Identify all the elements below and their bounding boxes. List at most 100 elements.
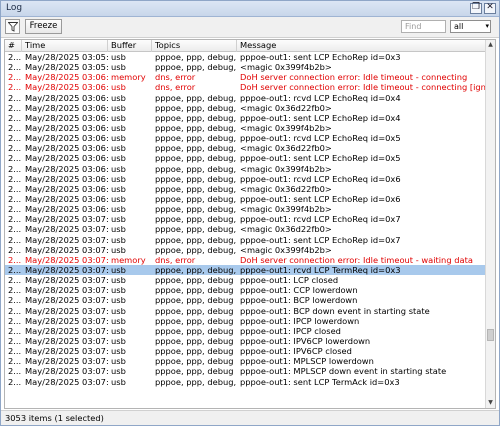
table-row[interactable]: 2...May/28/2025 03:07:12usb pppoe, ppp, d… <box>5 245 486 255</box>
window-title: Log <box>6 3 23 13</box>
row-number: 2... <box>8 153 22 164</box>
row-buffer: usb <box>111 112 126 123</box>
row-buffer: usb <box>111 52 126 62</box>
row-time: May/28/2025 03:06:06 <box>25 72 108 83</box>
row-time: May/28/2025 03:07:12 <box>25 224 108 235</box>
row-buffer: usb <box>111 214 126 225</box>
table-row[interactable]: 2...May/28/2025 03:06:32usb pppoe, ppp, d… <box>5 153 486 163</box>
row-message: pppoe-out1: sent LCP EchoRep id=0x3 <box>240 52 401 62</box>
restore-button[interactable]: ❐ <box>470 2 482 14</box>
log-window: Log ❐ ✕ Freeze Find all ▾ # Time Buffer … <box>0 0 500 426</box>
table-row[interactable]: 2...May/28/2025 03:07:12usb pppoe, ppp, d… <box>5 224 486 234</box>
row-topics: pppoe, ppp, debug, ... <box>155 133 237 144</box>
row-buffer: usb <box>111 325 126 336</box>
row-message: pppoe-out1: IPCP lowerdown <box>240 315 360 326</box>
column-header-time[interactable]: Time <box>22 40 108 52</box>
table-row[interactable]: 2...May/28/2025 03:07:32usb pppoe, ppp, d… <box>5 346 486 356</box>
close-button[interactable]: ✕ <box>484 2 496 14</box>
row-number: 2... <box>8 143 22 154</box>
table-row[interactable]: 2...May/28/2025 03:06:52usb pppoe, ppp, d… <box>5 174 486 184</box>
row-number: 2... <box>8 325 22 336</box>
table-row[interactable]: 2...May/28/2025 03:06:12usb pppoe, ppp, d… <box>5 113 486 123</box>
row-buffer: usb <box>111 82 126 93</box>
row-number: 2... <box>8 305 22 316</box>
column-header-number[interactable]: # <box>5 40 22 52</box>
row-message: pppoe-out1: rcvd LCP TermReq id=0x3 <box>240 264 401 275</box>
table-row[interactable]: 2...May/28/2025 03:07:12usb pppoe, ppp, d… <box>5 214 486 224</box>
row-buffer: usb <box>111 275 126 286</box>
row-message: pppoe-out1: sent LCP EchoRep id=0x6 <box>240 193 401 204</box>
table-row[interactable]: 2...May/28/2025 03:07:32usb pppoe, ppp, d… <box>5 285 486 295</box>
row-time: May/28/2025 03:07:32 <box>25 366 108 377</box>
row-number: 2... <box>8 82 22 93</box>
table-row[interactable]: 2...May/28/2025 03:07:32usb pppoe, ppp, d… <box>5 295 486 305</box>
table-row[interactable]: 2...May/28/2025 03:05:51usb pppoe, ppp, d… <box>5 62 486 72</box>
column-header-buffer[interactable]: Buffer <box>108 40 152 52</box>
row-time: May/28/2025 03:06:32 <box>25 153 108 164</box>
table-row[interactable]: 2...May/28/2025 03:06:12usb pppoe, ppp, d… <box>5 103 486 113</box>
table-row[interactable]: 2...May/28/2025 03:07:22memory dns, error… <box>5 255 486 265</box>
row-message: DoH server connection error: Idle timeou… <box>240 82 486 93</box>
toolbar: Freeze Find all ▾ <box>1 17 499 38</box>
filter-button[interactable] <box>5 19 20 34</box>
row-number: 2... <box>8 285 22 296</box>
vertical-scrollbar[interactable]: ▲ ▼ <box>485 40 495 408</box>
table-row[interactable]: 2...May/28/2025 03:06:52usb pppoe, ppp, d… <box>5 184 486 194</box>
table-row[interactable]: 2...May/28/2025 03:06:52usb pppoe, ppp, d… <box>5 204 486 214</box>
row-time: May/28/2025 03:06:52 <box>25 193 108 204</box>
row-buffer: usb <box>111 122 126 133</box>
scroll-thumb[interactable] <box>487 329 494 341</box>
row-buffer: usb <box>111 193 126 204</box>
table-row[interactable]: 2...May/28/2025 03:06:32usb pppoe, ppp, d… <box>5 143 486 153</box>
table-row[interactable]: 2...May/28/2025 03:07:32usb pppoe, ppp, d… <box>5 366 486 376</box>
row-buffer: usb <box>111 376 126 387</box>
row-message: pppoe-out1: sent LCP EchoRep id=0x4 <box>240 112 401 123</box>
scope-select[interactable]: all ▾ <box>450 20 491 33</box>
row-number: 2... <box>8 52 22 62</box>
table-row[interactable]: 2...May/28/2025 03:06:32usb pppoe, ppp, d… <box>5 133 486 143</box>
table-row[interactable]: 2...May/28/2025 03:07:32usb pppoe, ppp, d… <box>5 306 486 316</box>
column-header-topics[interactable]: Topics <box>152 40 237 52</box>
row-buffer: usb <box>111 224 126 235</box>
table-row[interactable]: 2...May/28/2025 03:07:32usb pppoe, ppp, d… <box>5 275 486 285</box>
row-message: pppoe-out1: sent LCP EchoRep id=0x7 <box>240 234 401 245</box>
table-row[interactable]: 2...May/28/2025 03:06:12usb pppoe, ppp, d… <box>5 93 486 103</box>
row-time: May/28/2025 03:07:12 <box>25 234 108 245</box>
row-number: 2... <box>8 335 22 346</box>
row-number: 2... <box>8 72 22 83</box>
row-number: 2... <box>8 62 22 73</box>
column-header-message[interactable]: Message <box>237 40 486 52</box>
row-message: <magic 0x399f4b2b> <box>240 204 332 215</box>
table-row[interactable]: 2...May/28/2025 03:07:32usb pppoe, ppp, d… <box>5 316 486 326</box>
row-message: <magic 0x36d22fb0> <box>240 143 332 154</box>
find-input[interactable]: Find <box>401 20 446 33</box>
status-bar: 3053 items (1 selected) <box>1 410 499 425</box>
table-row[interactable]: 2...May/28/2025 03:06:06usb dns, error DoH… <box>5 82 486 92</box>
row-number: 2... <box>8 234 22 245</box>
row-message: pppoe-out1: rcvd LCP EchoReq id=0x5 <box>240 133 401 144</box>
table-row[interactable]: 2...May/28/2025 03:07:32usb pppoe, ppp, d… <box>5 377 486 387</box>
row-buffer: usb <box>111 295 126 306</box>
row-time: May/28/2025 03:07:32 <box>25 264 108 275</box>
row-message: pppoe-out1: sent LCP EchoRep id=0x5 <box>240 153 401 164</box>
row-topics: pppoe, ppp, debug <box>155 305 234 316</box>
scroll-up-icon[interactable]: ▲ <box>486 40 495 50</box>
row-time: May/28/2025 03:07:32 <box>25 356 108 367</box>
table-row[interactable]: 2...May/28/2025 03:07:32usb pppoe, ppp, d… <box>5 264 486 276</box>
table-row[interactable]: 2...May/28/2025 03:07:32usb pppoe, ppp, d… <box>5 356 486 366</box>
table-row[interactable]: 2...May/28/2025 03:07:12usb pppoe, ppp, d… <box>5 235 486 245</box>
table-row[interactable]: 2...May/28/2025 03:06:32usb pppoe, ppp, d… <box>5 164 486 174</box>
table-row[interactable]: 2...May/28/2025 03:07:32usb pppoe, ppp, d… <box>5 336 486 346</box>
table-row[interactable]: 2...May/28/2025 03:05:51usb pppoe, ppp, d… <box>5 52 486 62</box>
table-row[interactable]: 2...May/28/2025 03:06:52usb pppoe, ppp, d… <box>5 194 486 204</box>
row-message: pppoe-out1: IPV6CP lowerdown <box>240 335 371 346</box>
table-row[interactable]: 2...May/28/2025 03:06:06memory dns, error… <box>5 72 486 82</box>
scroll-down-icon[interactable]: ▼ <box>486 398 495 408</box>
freeze-button[interactable]: Freeze <box>25 19 62 34</box>
row-topics: pppoe, ppp, debug, ... <box>155 376 237 387</box>
row-buffer: usb <box>111 234 126 245</box>
table-row[interactable]: 2...May/28/2025 03:06:12usb pppoe, ppp, d… <box>5 123 486 133</box>
table-row[interactable]: 2...May/28/2025 03:07:32usb pppoe, ppp, d… <box>5 326 486 336</box>
row-number: 2... <box>8 163 22 174</box>
row-buffer: usb <box>111 163 126 174</box>
